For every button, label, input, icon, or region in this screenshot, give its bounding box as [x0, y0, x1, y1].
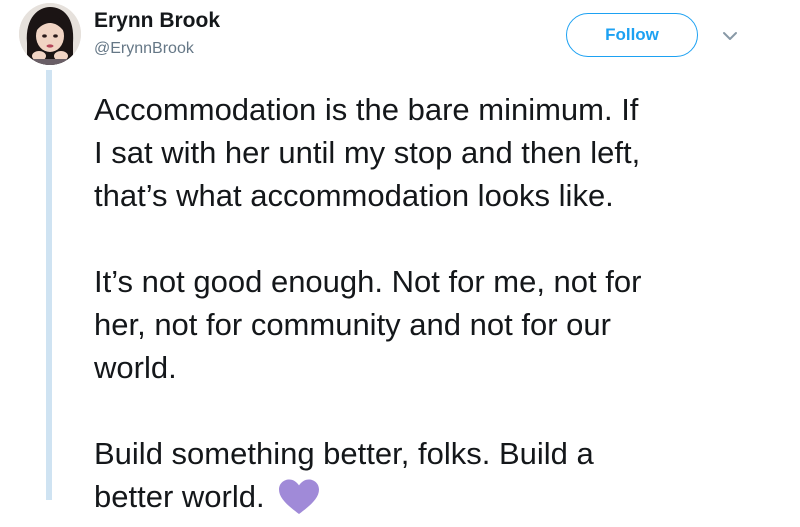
tweet-paragraph: Accommodation is the bare minimum. If I …	[94, 92, 641, 213]
chevron-down-icon[interactable]	[720, 28, 740, 44]
thread-line	[46, 70, 52, 500]
tweet-card: Erynn Brook @ErynnBrook Follow Accommoda…	[0, 0, 800, 514]
tweet-paragraph-text: Build something better, folks. Build a b…	[94, 436, 594, 514]
profile-photo-icon	[19, 3, 81, 65]
purple-heart-icon	[277, 478, 321, 516]
tweet-paragraph-last: Build something better, folks. Build a b…	[94, 432, 784, 518]
author-handle[interactable]: @ErynnBrook	[94, 40, 194, 58]
tweet-text: Accommodation is the bare minimum. If I …	[94, 88, 784, 518]
author-name[interactable]: Erynn Brook	[94, 9, 220, 33]
tweet-paragraph: It’s not good enough. Not for me, not fo…	[94, 264, 642, 385]
avatar[interactable]	[19, 3, 81, 65]
follow-button[interactable]: Follow	[566, 13, 698, 57]
